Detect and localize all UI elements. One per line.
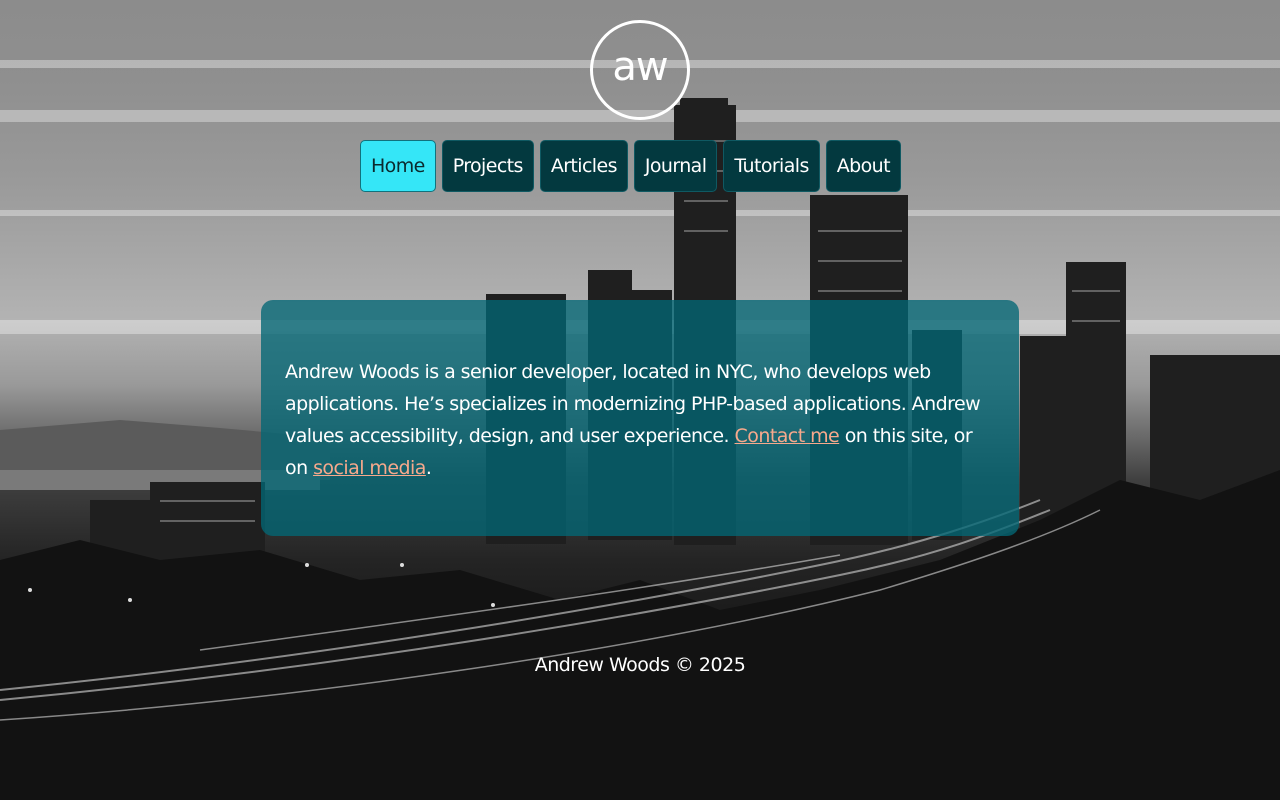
logo-monogram: aw (612, 44, 668, 90)
intro-text: Andrew Woods is a senior developer, loca… (285, 356, 995, 484)
nav-item-articles[interactable]: Articles (539, 140, 628, 192)
footer-copyright: Andrew Woods © 2025 (534, 654, 746, 676)
social-media-link[interactable]: social media (313, 457, 426, 479)
intro-card: Andrew Woods is a senior developer, loca… (261, 300, 1019, 536)
intro-text-part-3: . (425, 457, 432, 479)
contact-link[interactable]: Contact me (735, 425, 840, 447)
nav-item-projects[interactable]: Projects (441, 140, 534, 192)
nav-item-about[interactable]: About (825, 140, 901, 192)
nav-item-journal[interactable]: Journal (633, 140, 718, 192)
site-logo[interactable]: aw (590, 20, 690, 120)
nav-item-home[interactable]: Home (360, 140, 436, 192)
main-nav: Home Projects Articles Journal Tutorials… (360, 140, 901, 192)
nav-item-tutorials[interactable]: Tutorials (723, 140, 820, 192)
